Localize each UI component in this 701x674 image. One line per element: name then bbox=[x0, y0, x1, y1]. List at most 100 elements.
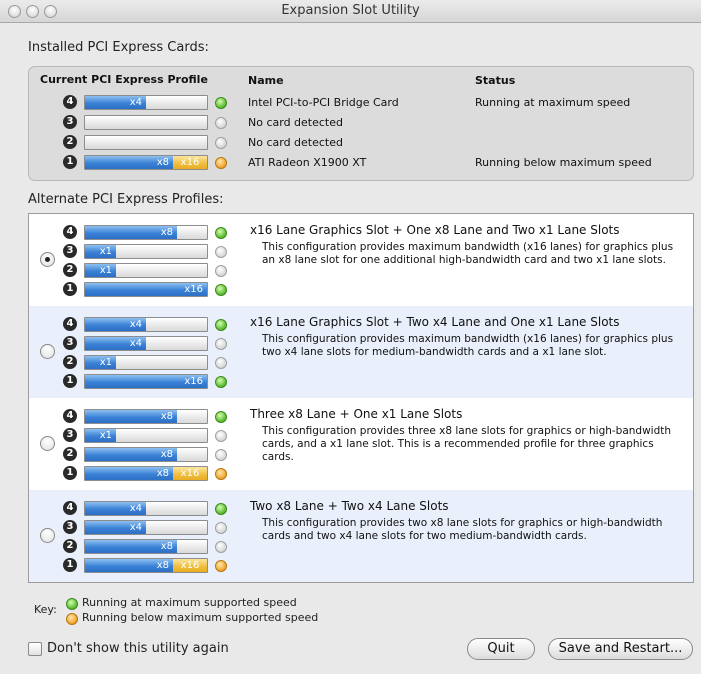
lane-width-label: x1 bbox=[99, 357, 112, 368]
empty-light-icon bbox=[215, 541, 227, 553]
dont-show-again-checkbox[interactable] bbox=[28, 642, 42, 656]
slot-number-badge: 3 bbox=[63, 428, 77, 442]
profile-radio-button[interactable] bbox=[40, 528, 55, 543]
slot-number-badge: 2 bbox=[63, 539, 77, 553]
profile-description: This configuration provides maximum band… bbox=[262, 333, 674, 358]
lane-width-label: x4 bbox=[129, 522, 142, 533]
alternate-section-label: Alternate PCI Express Profiles: bbox=[28, 192, 224, 207]
save-and-restart-button[interactable]: Save and Restart... bbox=[548, 638, 693, 660]
lane-bar: x16 bbox=[84, 374, 208, 389]
card-status: Running below maximum speed bbox=[475, 156, 652, 169]
lane-width-label: x4 bbox=[129, 503, 142, 514]
lane-width-label: x16 bbox=[184, 376, 203, 387]
empty-light-icon bbox=[215, 338, 227, 350]
empty-light-icon bbox=[215, 522, 227, 534]
dont-show-again-label[interactable]: Don't show this utility again bbox=[47, 641, 229, 656]
lane-bar: x8 bbox=[84, 225, 208, 240]
slot-number-badge: 1 bbox=[63, 466, 77, 480]
profile-description: This configuration provides two x8 lane … bbox=[262, 517, 663, 542]
lane-bar: x16 bbox=[84, 282, 208, 297]
orange-light-icon bbox=[215, 560, 227, 572]
profile-option[interactable]: 4 x4 3 x4 2 x1 1 x16 x16 Lane Graphics Slot + Tw… bbox=[29, 306, 693, 398]
green-light-icon bbox=[215, 97, 227, 109]
lane-width-label: x8 bbox=[160, 411, 173, 422]
title-bar: Expansion Slot Utility bbox=[0, 0, 701, 23]
lane-width-label: x8 bbox=[156, 560, 169, 571]
lane-bar: x8 bbox=[84, 539, 208, 554]
profile-description: This configuration provides maximum band… bbox=[262, 241, 674, 266]
empty-light-icon bbox=[215, 265, 227, 277]
lane-bar: x8 x16 bbox=[84, 558, 208, 573]
card-name: ATI Radeon X1900 XT bbox=[248, 156, 367, 169]
lane-bar: x1 bbox=[84, 244, 208, 259]
lane-bar: x8 x16 bbox=[84, 466, 208, 481]
orange-light-icon bbox=[215, 468, 227, 480]
card-status: Running at maximum speed bbox=[475, 96, 631, 109]
orange-light-icon bbox=[215, 157, 227, 169]
lane-width-label: x4 bbox=[129, 338, 142, 349]
slot-number-badge: 2 bbox=[63, 263, 77, 277]
profile-radio-button[interactable] bbox=[40, 344, 55, 359]
lane-width-label: x1 bbox=[99, 430, 112, 441]
lane-bar: x8 bbox=[84, 409, 208, 424]
lane-width-label: x1 bbox=[99, 246, 112, 257]
lane-bar: x4 bbox=[84, 317, 208, 332]
lane-bar: x1 bbox=[84, 263, 208, 278]
slot-number-badge: 1 bbox=[63, 374, 77, 388]
slot-number-badge: 2 bbox=[63, 135, 77, 149]
radio-selected-dot bbox=[45, 257, 50, 262]
empty-light-icon bbox=[215, 246, 227, 258]
key-item-below-max-speed: Running below maximum supported speed bbox=[82, 611, 319, 624]
lane-width-label: x8 bbox=[156, 157, 169, 168]
profile-title: Three x8 Lane + One x1 Lane Slots bbox=[250, 407, 463, 421]
slot-number-badge: 4 bbox=[63, 95, 77, 109]
profile-option[interactable]: 4 x8 3 x1 2 x8 1 x8 x16 Three x8 Lane + One x1 La… bbox=[29, 398, 693, 490]
lane-bar bbox=[84, 135, 208, 150]
profile-radio-button[interactable] bbox=[40, 252, 55, 267]
slot-number-badge: 1 bbox=[63, 282, 77, 296]
lane-width-label: x8 bbox=[156, 468, 169, 479]
key-item-max-speed: Running at maximum supported speed bbox=[82, 596, 297, 609]
lane-bar: x8 x16 bbox=[84, 155, 208, 170]
quit-button[interactable]: Quit bbox=[467, 638, 535, 660]
empty-light-icon bbox=[215, 137, 227, 149]
card-name: No card detected bbox=[248, 136, 343, 149]
alternate-profiles-list: 4 x8 3 x1 2 x1 1 x16 x16 Lane Graphics Slot + On… bbox=[28, 213, 694, 583]
profile-column-header: Current PCI Express Profile bbox=[40, 73, 208, 86]
empty-light-icon bbox=[215, 117, 227, 129]
name-column-header: Name bbox=[248, 74, 284, 87]
slot-number-badge: 3 bbox=[63, 520, 77, 534]
empty-light-icon bbox=[215, 357, 227, 369]
profile-option[interactable]: 4 x8 3 x1 2 x1 1 x16 x16 Lane Graphics Slot + On… bbox=[29, 214, 693, 306]
green-light-icon bbox=[215, 227, 227, 239]
lane-width-label: x4 bbox=[129, 319, 142, 330]
slot-number-badge: 3 bbox=[63, 115, 77, 129]
green-light-icon bbox=[66, 598, 78, 610]
lane-width-label: x8 bbox=[160, 449, 173, 460]
profile-radio-button[interactable] bbox=[40, 436, 55, 451]
lane-width-label: x16 bbox=[180, 468, 200, 479]
card-name: Intel PCI-to-PCI Bridge Card bbox=[248, 96, 399, 109]
lane-width-label: x1 bbox=[99, 265, 112, 276]
green-light-icon bbox=[215, 376, 227, 388]
lane-width-label: x8 bbox=[160, 227, 173, 238]
slot-number-badge: 2 bbox=[63, 447, 77, 461]
profile-option[interactable]: 4 x4 3 x4 2 x8 1 x8 x16 Two x8 Lane + Two x4 Lane… bbox=[29, 490, 693, 582]
slot-number-badge: 4 bbox=[63, 501, 77, 515]
installed-section-label: Installed PCI Express Cards: bbox=[28, 40, 209, 55]
key-label: Key: bbox=[34, 603, 57, 616]
slot-number-badge: 4 bbox=[63, 317, 77, 331]
lane-width-label: x16 bbox=[184, 284, 203, 295]
slot-number-badge: 4 bbox=[63, 225, 77, 239]
slot-number-badge: 1 bbox=[63, 558, 77, 572]
slot-number-badge: 3 bbox=[63, 336, 77, 350]
green-light-icon bbox=[215, 284, 227, 296]
profile-title: Two x8 Lane + Two x4 Lane Slots bbox=[250, 499, 449, 513]
lane-width-label: x8 bbox=[160, 541, 173, 552]
lane-bar bbox=[84, 115, 208, 130]
lane-bar: x4 bbox=[84, 336, 208, 351]
profile-description: This configuration provides three x8 lan… bbox=[262, 425, 672, 463]
card-name: No card detected bbox=[248, 116, 343, 129]
lane-width-label: x16 bbox=[180, 560, 200, 571]
green-light-icon bbox=[215, 503, 227, 515]
